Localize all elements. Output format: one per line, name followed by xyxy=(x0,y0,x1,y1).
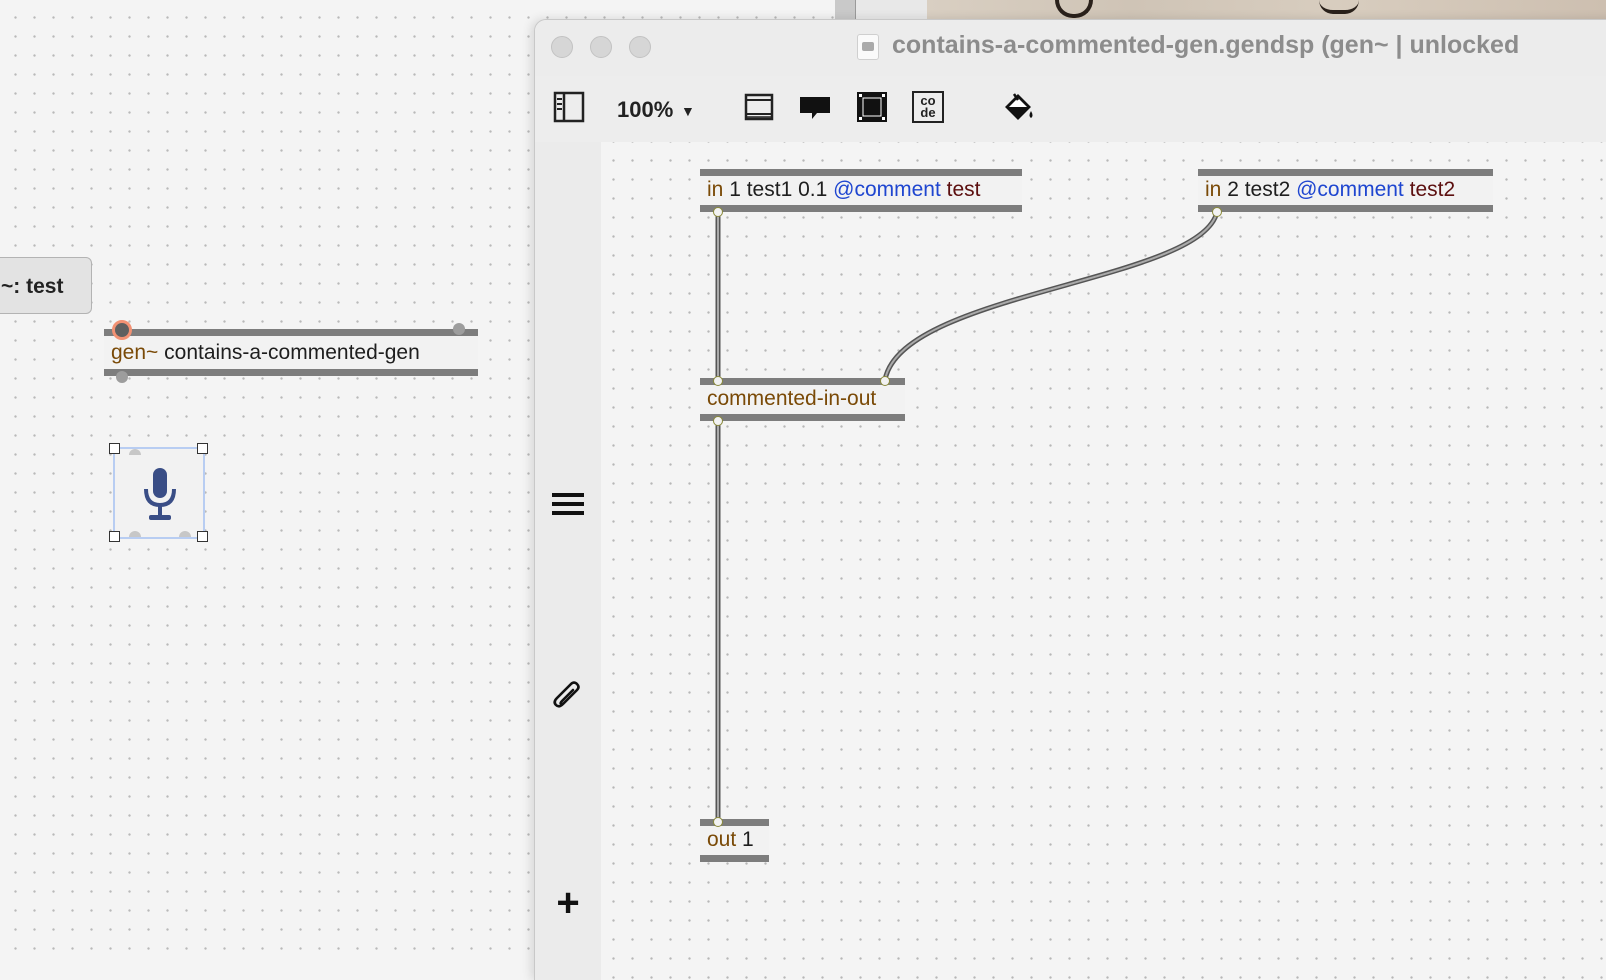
minimize-window-button[interactable] xyxy=(590,36,612,58)
in1-operator: in xyxy=(707,178,724,201)
background-scrollbar[interactable] xyxy=(835,0,856,20)
selection-handle-tr[interactable] xyxy=(197,443,208,454)
in1-outlet-port[interactable] xyxy=(713,207,723,217)
gen-in1-object[interactable]: in 1 test1 0.1 @comment test xyxy=(700,169,1022,212)
selection-handle-br[interactable] xyxy=(197,531,208,542)
comment-icon[interactable] xyxy=(799,91,831,123)
out1-operator: out xyxy=(707,828,737,851)
in2-outlet-port[interactable] xyxy=(1212,207,1222,217)
out1-args: 1 xyxy=(742,828,754,851)
paint-bucket-icon[interactable] xyxy=(1002,91,1034,123)
toolbar: 100% ▼ co de xyxy=(535,76,1606,142)
background-photo xyxy=(927,0,1606,20)
mid-inlet-left-port[interactable] xyxy=(713,376,723,386)
mic-inlet-port[interactable] xyxy=(129,449,141,455)
presentation-icon[interactable] xyxy=(743,91,775,123)
selection-handle-tl[interactable] xyxy=(109,443,120,454)
gen-editor-window: contains-a-commented-gen.gendsp (gen~ | … xyxy=(534,19,1606,980)
left-sidebar: + xyxy=(535,142,601,980)
commented-in-out-object[interactable]: commented-in-out xyxy=(700,378,905,421)
menu-icon[interactable] xyxy=(551,487,585,521)
gen-out1-object[interactable]: out 1 xyxy=(700,819,769,862)
gen-inlet-port-right[interactable] xyxy=(453,323,465,335)
title-bar[interactable]: contains-a-commented-gen.gendsp (gen~ | … xyxy=(535,20,1606,76)
code-icon[interactable]: co de xyxy=(912,91,944,123)
in1-comment-value: test xyxy=(946,178,981,201)
gen-object[interactable]: gen~ contains-a-commented-gen xyxy=(104,329,478,376)
gen-patch-name: contains-a-commented-gen xyxy=(164,341,420,364)
gen-patcher-canvas[interactable]: in 1 test1 0.1 @comment test in 2 test2 … xyxy=(601,142,1606,980)
background-window-strip xyxy=(835,0,1606,20)
paperclip-icon[interactable] xyxy=(551,680,585,714)
mid-outlet-port[interactable] xyxy=(713,416,723,426)
in1-args: 1 test1 0.1 xyxy=(729,178,828,201)
code-icon-text-bottom: de xyxy=(920,105,936,120)
frame-icon[interactable] xyxy=(856,91,888,123)
close-window-button[interactable] xyxy=(551,36,573,58)
zoom-window-button[interactable] xyxy=(629,36,651,58)
in2-operator: in xyxy=(1205,178,1222,201)
out1-inlet-port[interactable] xyxy=(713,817,723,827)
message-box-test[interactable]: ~: test xyxy=(0,257,92,314)
zoom-level[interactable]: 100% xyxy=(617,97,673,123)
mid-inlet-right-port[interactable] xyxy=(880,376,890,386)
mic-outlet-port-right[interactable] xyxy=(179,531,191,537)
commented-in-out-label: commented-in-out xyxy=(707,387,877,410)
microphone-icon xyxy=(144,468,176,520)
gen-in2-object[interactable]: in 2 test2 @comment test2 xyxy=(1198,169,1493,212)
in2-comment-value: test2 xyxy=(1409,178,1456,201)
in2-args: 2 test2 xyxy=(1227,178,1291,201)
window-title: contains-a-commented-gen.gendsp (gen~ | … xyxy=(892,31,1520,59)
gen-inlet-port[interactable] xyxy=(112,320,132,340)
chevron-down-icon[interactable]: ▼ xyxy=(681,103,695,119)
gen-keyword: gen~ xyxy=(111,341,159,364)
document-icon xyxy=(857,34,879,60)
selection-handle-bl[interactable] xyxy=(109,531,120,542)
mic-outlet-port-left[interactable] xyxy=(129,531,141,537)
in2-attr: @comment xyxy=(1296,178,1404,201)
in1-attr: @comment xyxy=(833,178,941,201)
ezadc-mic-object[interactable] xyxy=(113,447,205,539)
add-icon[interactable]: + xyxy=(551,883,585,923)
gen-outlet-port[interactable] xyxy=(116,371,128,383)
sidebar-toggle-icon[interactable] xyxy=(553,91,585,123)
